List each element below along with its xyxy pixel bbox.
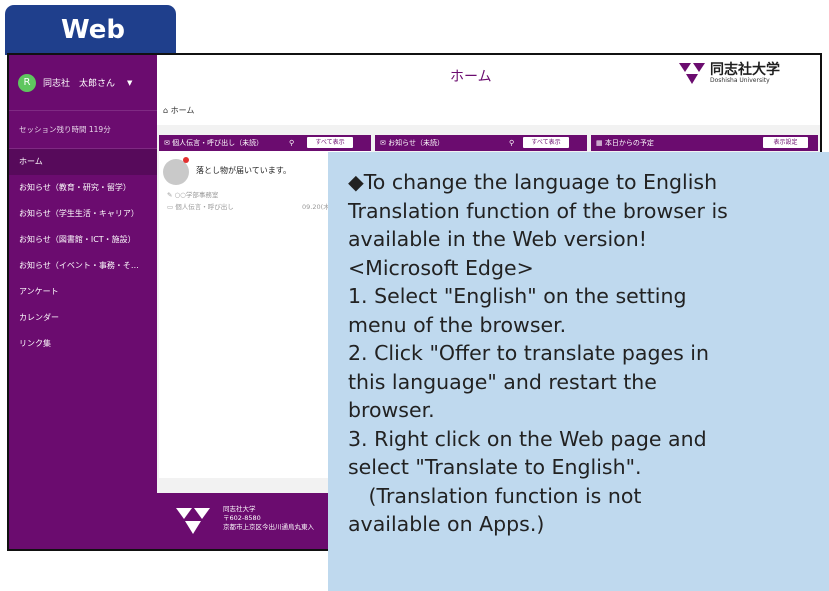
instruction-line: available in the Web version! <box>348 227 647 251</box>
sidebar: R 同志社 太郎さん ▼ セッション残り時間 119分 ホーム お知らせ（教育・… <box>9 55 157 549</box>
show-all-news-button[interactable]: すべて表示 <box>523 137 569 148</box>
show-all-messages-button[interactable]: すべて表示 <box>307 137 353 148</box>
instruction-line: this language" and restart the <box>348 369 657 394</box>
university-logo[interactable]: 同志社大学 Doshisha University <box>679 63 780 85</box>
instruction-line: select "Translate to English". <box>348 455 642 479</box>
footer-postal: 〒602-8580 <box>223 514 261 522</box>
instruction-line: browser. <box>348 398 435 422</box>
logo-name-jp: 同志社大学 <box>710 62 780 78</box>
university-logo-icon <box>679 63 705 84</box>
instruction-line: available on Apps.) <box>348 512 545 536</box>
message-title: 落とし物が届いています。 <box>196 166 291 175</box>
page-title: ホーム <box>450 69 492 85</box>
news-header: ✉ お知らせ（未読） ⚲ すべて表示 <box>375 135 587 151</box>
breadcrumb[interactable]: ⌂ ホーム <box>163 105 194 116</box>
chevron-down-icon[interactable]: ▼ <box>127 79 132 87</box>
footer-name: 同志社大学 <box>223 505 256 513</box>
personal-message-title: ✉ 個人伝言・呼び出し（未読） <box>164 139 264 147</box>
user-name: 同志社 太郎さん <box>43 79 116 89</box>
unread-dot-icon <box>183 157 189 163</box>
footer-street: 京都市上京区今出川通烏丸東入 <box>223 523 314 531</box>
top-bar: ホーム 同志社大学 Doshisha University <box>157 55 820 95</box>
sidebar-item-news-library[interactable]: お知らせ（図書館・ICT・施設） <box>9 227 157 253</box>
sidebar-item-survey[interactable]: アンケート <box>9 279 157 305</box>
instruction-line: Translation function of the browser is <box>348 198 728 223</box>
user-menu[interactable]: R 同志社 太郎さん ▼ <box>9 55 157 111</box>
translation-instructions: ◆To change the language to English Trans… <box>328 152 829 591</box>
web-version-badge: Web <box>5 5 176 55</box>
sidebar-item-home[interactable]: ホーム <box>9 149 157 175</box>
user-avatar: R <box>18 73 36 92</box>
sidebar-item-news-student-life[interactable]: お知らせ（学生生活・キャリア） <box>9 201 157 227</box>
message-category: ▭ 個人伝言・呼び出し <box>167 203 234 211</box>
sidebar-item-news-events[interactable]: お知らせ（イベント・事務・そ… <box>9 253 157 279</box>
instruction-line: (Translation function is not <box>348 483 642 508</box>
pin-icon[interactable]: ⚲ <box>509 135 514 151</box>
sidebar-item-news-education[interactable]: お知らせ（教育・研究・留学） <box>9 175 157 201</box>
message-date: 09.20(木 <box>302 203 330 211</box>
instruction-line: 2. Click "Offer to translate pages in <box>348 341 709 365</box>
footer-address: 同志社大学 〒602-8580 京都市上京区今出川通烏丸東入 <box>223 505 314 532</box>
session-remaining: セッション残り時間 119分 <box>9 111 157 149</box>
message-sender: ✎ ○○学部事務室 <box>167 191 219 199</box>
news-title: ✉ お知らせ（未読） <box>380 139 444 147</box>
instruction-line: <Microsoft Edge> <box>348 255 534 280</box>
instruction-line: 3. Right click on the Web page and <box>348 426 707 451</box>
university-logo-icon <box>176 508 210 534</box>
display-settings-button[interactable]: 表示設定 <box>763 137 808 148</box>
logo-name-en: Doshisha University <box>710 77 770 84</box>
schedule-header: ▦ 本日からの予定 表示設定 <box>591 135 818 151</box>
instruction-line: menu of the browser. <box>348 312 567 337</box>
instruction-line: ◆To change the language to English <box>348 170 718 194</box>
instruction-line: 1. Select "English" on the setting <box>348 284 687 308</box>
pin-icon[interactable]: ⚲ <box>289 135 294 151</box>
schedule-title: ▦ 本日からの予定 <box>596 139 654 147</box>
sidebar-item-calendar[interactable]: カレンダー <box>9 305 157 331</box>
sidebar-item-links[interactable]: リンク集 <box>9 331 157 357</box>
personal-message-header: ✉ 個人伝言・呼び出し（未読） ⚲ すべて表示 <box>159 135 371 151</box>
